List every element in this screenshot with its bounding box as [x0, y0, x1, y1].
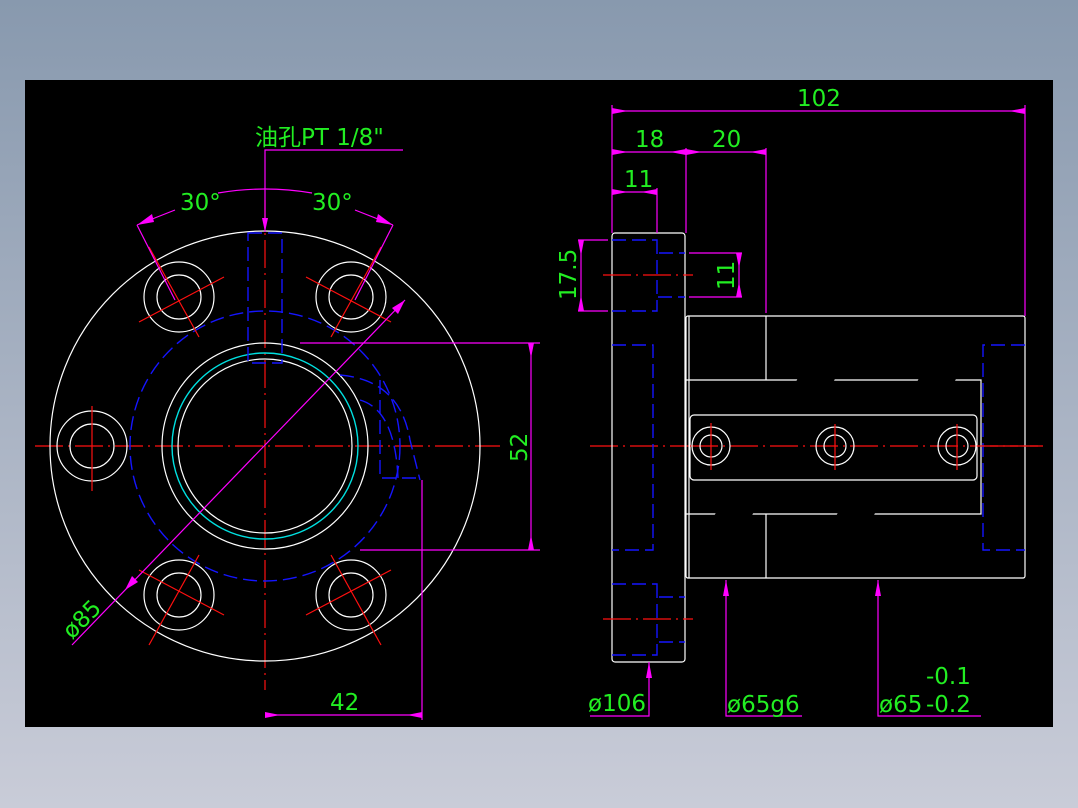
- offset-dimension-label: 42: [330, 690, 359, 716]
- height-dimension-label: 52: [507, 433, 533, 462]
- retainer-plate: [689, 414, 978, 481]
- total-length-label: 102: [797, 86, 841, 112]
- flange-thickness-label: 18: [635, 127, 664, 153]
- angle-left-label: 30°: [180, 190, 221, 216]
- fit-diameter-label: ø65g6: [727, 692, 800, 718]
- angle-right-label: 30°: [312, 190, 353, 216]
- flange-diameter-label: ø106: [588, 691, 646, 717]
- oil-hole-note: 油孔PT 1/8": [255, 125, 384, 151]
- hole-dia-label: 11: [714, 261, 740, 290]
- tolerance-upper-label: -0.1: [926, 664, 971, 690]
- counterbore-label: 17.5: [556, 249, 582, 300]
- cad-drawing: 油孔PT 1/8" 30° 30° 52 42 ø85 102 18 20 11…: [25, 80, 1053, 727]
- hole-depth-label: 11: [624, 167, 653, 193]
- tolerance-lower-label: -0.2: [926, 692, 971, 718]
- step-length-label: 20: [712, 127, 741, 153]
- body-diameter-label: ø65: [879, 692, 922, 718]
